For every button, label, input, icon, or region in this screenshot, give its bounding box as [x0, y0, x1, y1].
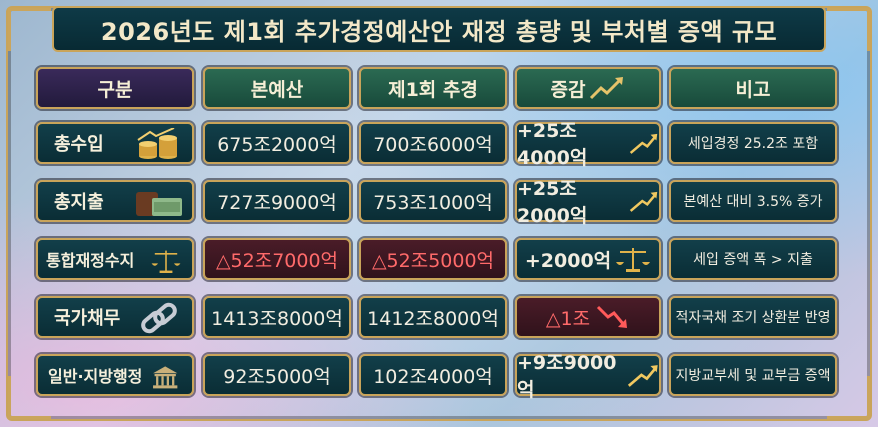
diff-value: +9조9000억 — [517, 352, 617, 401]
cell-supp: △52조5000억 — [359, 238, 507, 280]
up-arrow-icon — [629, 191, 658, 212]
wallet-cash-icon — [136, 192, 182, 216]
up-arrow-icon — [629, 133, 658, 154]
scale-icon — [616, 248, 651, 272]
cell-diff: △1조 — [515, 296, 661, 338]
cell-note: 적자국채 조기 상환분 반영 — [669, 296, 837, 338]
cell-base: 675조2000억 — [203, 122, 351, 164]
cell-diff: +25조4000억 — [515, 120, 661, 169]
cell-diff: +25조2000억 — [515, 178, 661, 227]
diff-value: +2000억 — [524, 249, 612, 272]
cell-diff: +9조9000억 — [515, 352, 661, 401]
coin-stack-icon — [137, 128, 177, 159]
corner-ornament — [8, 8, 51, 51]
title-banner: 2026년도 제1회 추가경정예산안 재정 총량 및 부처별 증액 규모 — [52, 6, 826, 52]
diff-value: +25조4000억 — [517, 120, 588, 169]
scale-icon — [151, 250, 181, 273]
trend-up-icon — [590, 77, 624, 100]
cell-base: △52조7000억 — [203, 238, 351, 280]
cell-supp: 1412조8000억 — [359, 296, 507, 338]
diff-value: +25조2000억 — [517, 178, 588, 227]
cell-base: 1413조8000억 — [203, 296, 351, 338]
cell-diff: +2000억 — [515, 238, 661, 280]
cell-note: 지방교부세 및 교부금 증액 — [669, 354, 837, 396]
header-change: 증감 — [515, 67, 661, 109]
cell-note: 세입 증액 폭 > 지출 — [669, 238, 837, 280]
row-label-national-debt: 국가채무 — [36, 296, 194, 338]
row-label-fiscal-balance: 통합재정수지 — [36, 238, 194, 280]
cell-note: 세입경정 25.2조 포함 — [669, 122, 837, 164]
header-base-budget: 본예산 — [203, 67, 351, 109]
cell-note: 본예산 대비 3.5% 증가 — [669, 180, 837, 222]
row-label-total-expenditure: 총지출 — [36, 180, 194, 222]
row-label-general-admin: 일반·지방행정 — [36, 354, 194, 396]
header-supplementary: 제1회 추경 — [359, 67, 507, 109]
row-label-text: 총지출 — [54, 192, 104, 213]
cell-supp: 700조6000억 — [359, 122, 507, 164]
down-arrow-icon — [597, 305, 628, 328]
chain-link-icon — [141, 302, 177, 334]
cell-base: 92조5000억 — [203, 354, 351, 396]
header-note: 비고 — [669, 67, 837, 109]
row-label-text: 통합재정수지 — [46, 251, 135, 270]
up-arrow-icon — [627, 365, 658, 387]
header-change-label: 증감 — [550, 78, 586, 101]
government-building-icon — [153, 366, 178, 389]
diff-value: △1조 — [545, 307, 591, 330]
row-label-text: 일반·지방행정 — [48, 367, 143, 386]
row-label-total-revenue: 총수입 — [36, 122, 194, 164]
cell-supp: 753조1000억 — [359, 180, 507, 222]
corner-ornament — [827, 8, 870, 51]
cell-base: 727조9000억 — [203, 180, 351, 222]
cell-supp: 102조4000억 — [359, 354, 507, 396]
page-title: 2026년도 제1회 추가경정예산안 재정 총량 및 부처별 증액 규모 — [100, 17, 778, 46]
row-label-text: 총수입 — [54, 134, 104, 155]
header-category: 구분 — [36, 67, 194, 109]
row-label-text: 국가채무 — [54, 308, 121, 329]
